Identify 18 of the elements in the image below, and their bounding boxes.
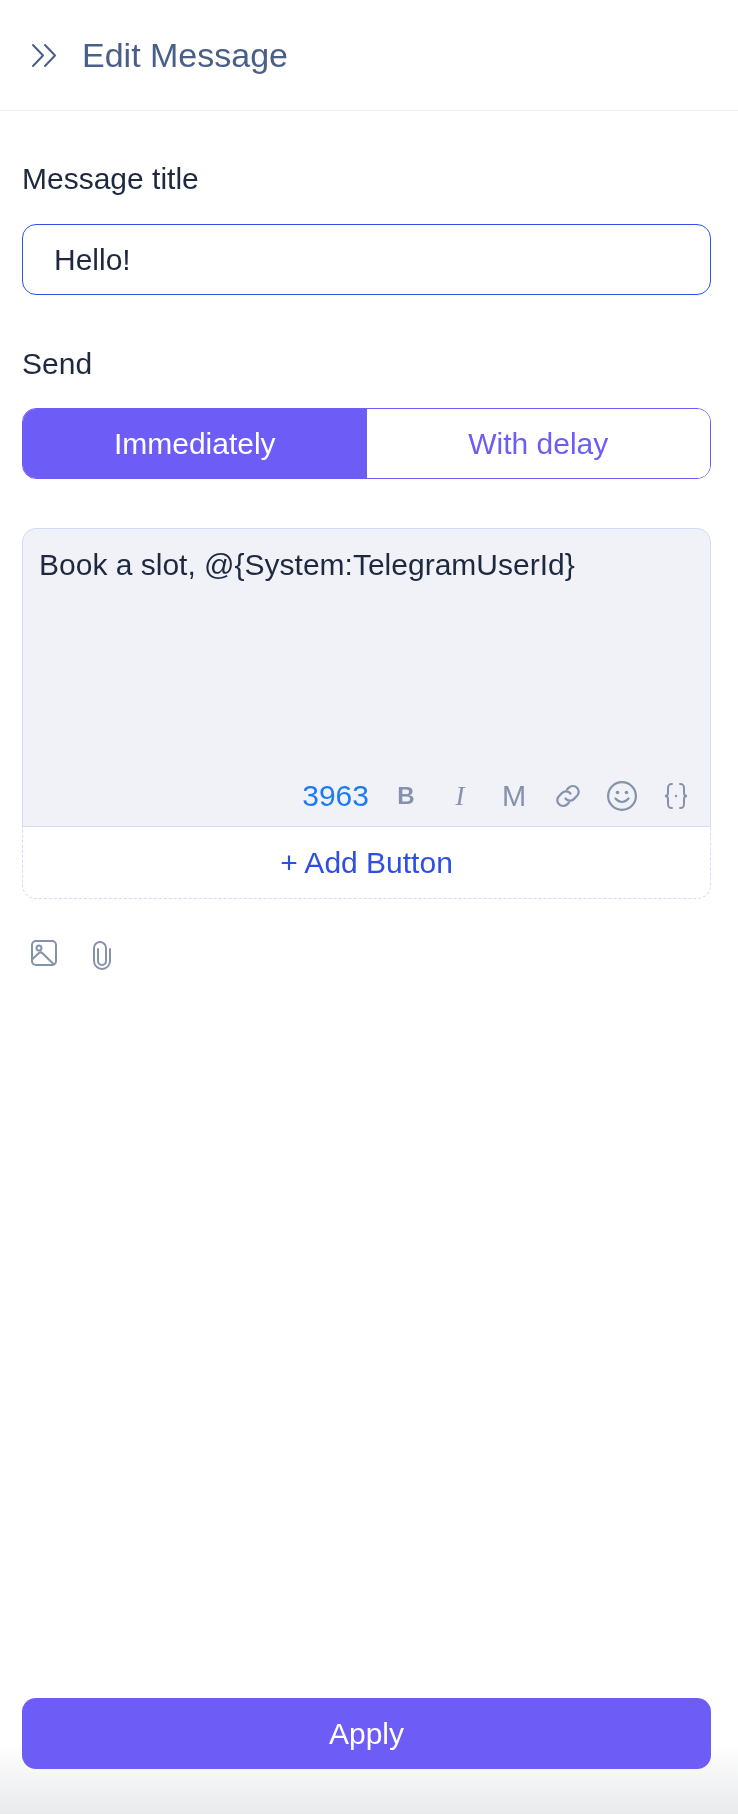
title-input-field[interactable]: Hello! [22,224,711,295]
field-label: Message title [22,161,200,197]
italic-button[interactable]: I [443,777,477,814]
panel-title: Edit Message [82,35,288,75]
paperclip-icon[interactable] [91,940,113,971]
apply-button[interactable]: Apply [22,1698,711,1769]
image-icon[interactable] [31,940,57,966]
char-count: 3963 [302,777,369,814]
monospace-button[interactable]: M [497,777,531,814]
send-mode-toggle[interactable]: Immediately With delay [22,408,711,479]
bold-button[interactable]: B [389,777,423,814]
add-button[interactable]: + Add Button [22,827,711,899]
chevrons-right-icon[interactable] [31,42,57,68]
smiley-icon [606,780,638,811]
braces-icon [663,781,689,810]
message-field[interactable]: Book a slot, @{System:TelegramUserId} [39,547,693,778]
send-option-tab[interactable]: Immediately [23,409,367,478]
field-label: Send [22,346,94,382]
